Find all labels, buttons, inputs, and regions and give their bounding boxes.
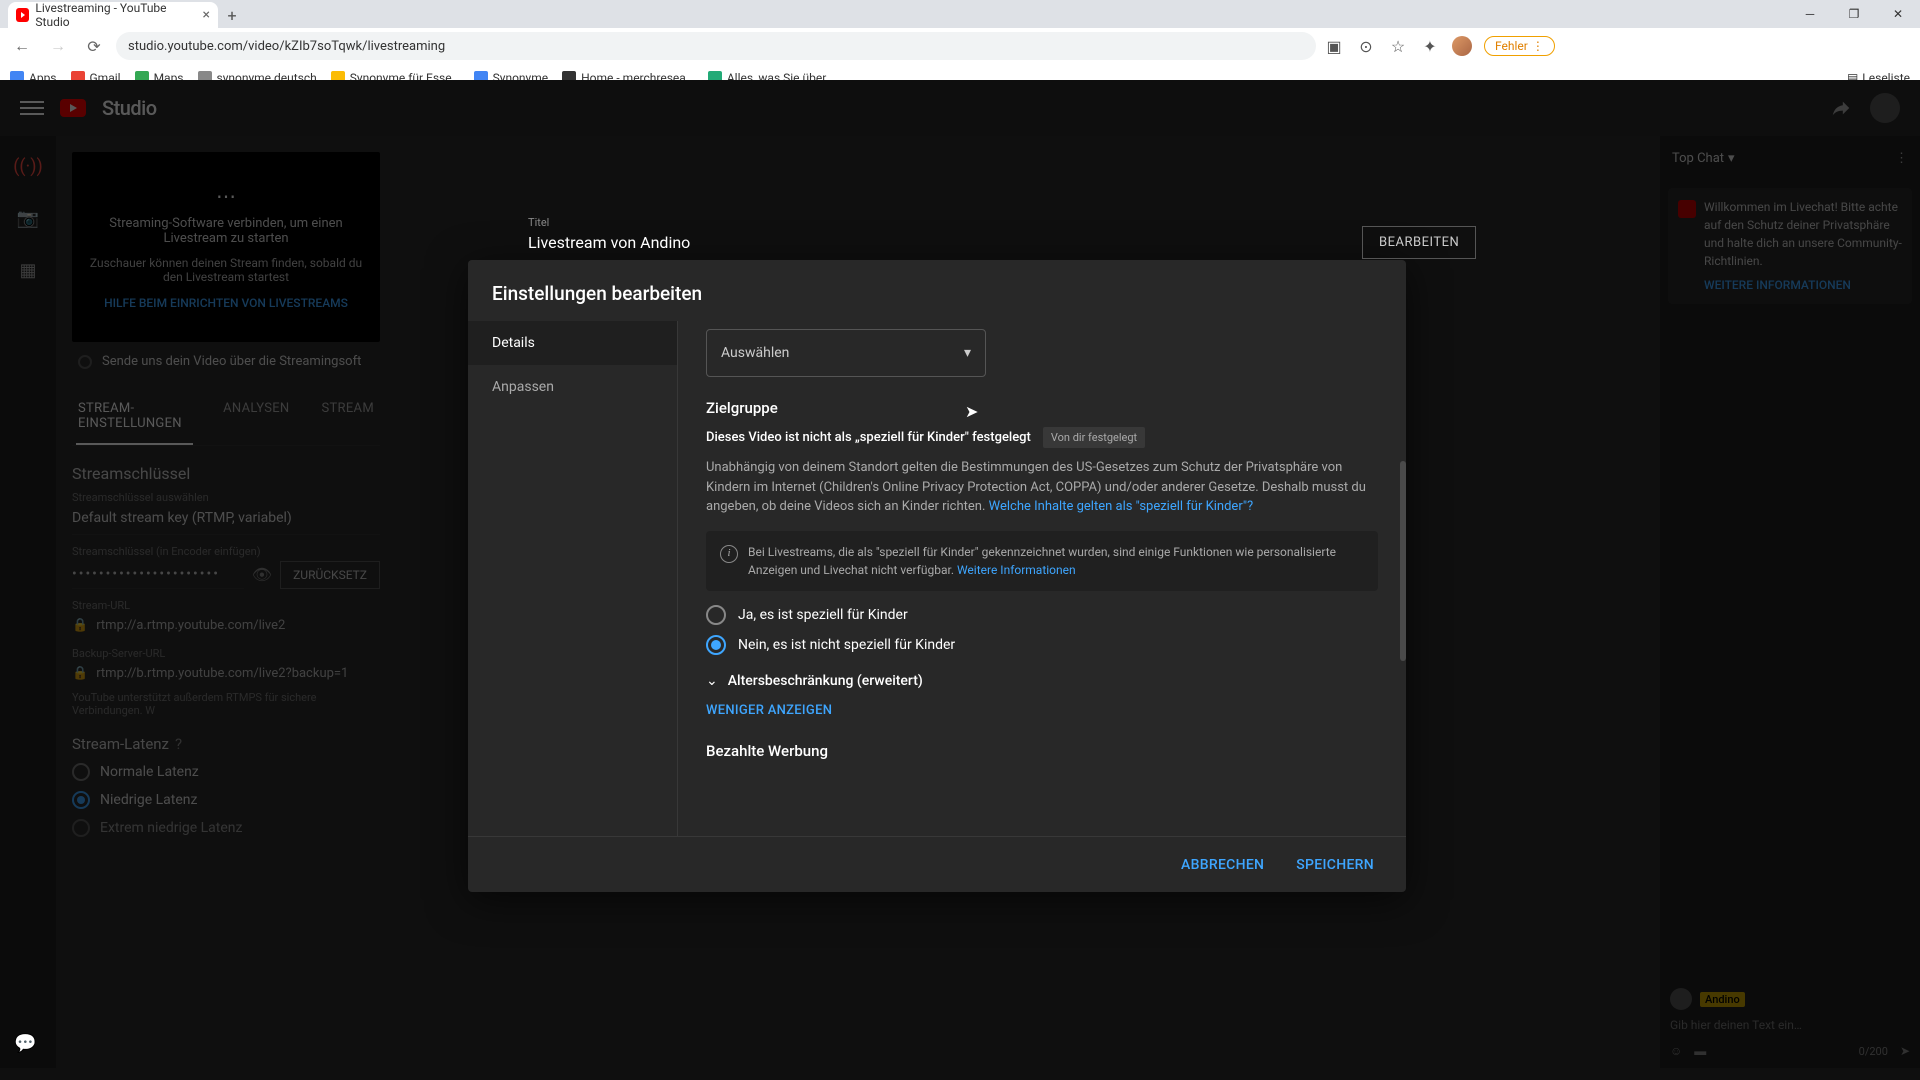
profile-avatar-icon[interactable] xyxy=(1452,36,1472,56)
help-link[interactable]: HILFE BEIM EINRICHTEN VON LIVESTREAMS xyxy=(104,296,348,310)
chat-username: Andino xyxy=(1700,992,1745,1007)
info-box: i Bei Livestreams, die als "speziell für… xyxy=(706,531,1378,591)
save-button[interactable]: SPEICHERN xyxy=(1284,849,1386,881)
backup-url-label: Backup-Server-URL xyxy=(72,647,380,660)
stream-icon[interactable]: ((·)) xyxy=(14,152,42,180)
url-text: studio.youtube.com/video/kZIb7soTqwk/liv… xyxy=(128,39,445,54)
tab-title: Livestreaming - YouTube Studio xyxy=(35,1,196,29)
stream-preview: ⋯ Streaming-Software verbinden, um einen… xyxy=(72,152,380,342)
chat-panel: Top Chat ▾ ⋮ Willkommen im Livechat! Bit… xyxy=(1660,136,1920,1068)
new-tab-button[interactable]: + xyxy=(218,2,246,28)
share-icon[interactable] xyxy=(1830,97,1852,119)
lock-icon: 🔒 xyxy=(72,618,88,633)
coppa-link[interactable]: Welche Inhalte gelten als "speziell für … xyxy=(989,499,1254,514)
stream-url-label: Stream-URL xyxy=(72,599,380,612)
channel-avatar[interactable] xyxy=(1870,93,1900,123)
show-less-link[interactable]: WENIGER ANZEIGEN xyxy=(706,703,1378,718)
tab-stream[interactable]: STREAM xyxy=(319,389,376,445)
menu-icon[interactable] xyxy=(20,96,44,120)
reload-icon[interactable]: ⟳ xyxy=(80,32,108,60)
webcam-icon[interactable]: 📷 xyxy=(14,204,42,232)
backup-url: rtmp://b.rtmp.youtube.com/live2?backup=1 xyxy=(96,666,348,681)
radio-yes-kids[interactable]: Ja, es ist speziell für Kinder xyxy=(706,605,1378,625)
latency-heading: Stream-Latenz? xyxy=(72,735,380,753)
youtube-favicon xyxy=(16,8,29,22)
audience-heading: Zielgruppe xyxy=(706,399,1378,417)
info-link[interactable]: Weitere Informationen xyxy=(957,563,1076,577)
back-icon[interactable]: ← xyxy=(8,32,36,60)
coppa-paragraph: Unabhängig von deinem Standort gelten di… xyxy=(706,458,1378,517)
stream-key-masked: •••••••••••••••••••••• xyxy=(72,560,244,589)
latency-low[interactable]: Niedrige Latenz xyxy=(72,791,380,809)
latency-ultralow[interactable]: Extrem niedrige Latenz xyxy=(72,819,380,837)
stream-url: rtmp://a.rtmp.youtube.com/live2 xyxy=(96,618,285,633)
title-label: Titel xyxy=(528,216,690,229)
modal-tab-customize[interactable]: Anpassen xyxy=(468,365,677,409)
feedback-icon[interactable]: 💬 xyxy=(14,1033,36,1054)
chat-tab[interactable]: Top Chat xyxy=(1672,151,1724,166)
left-rail: ((·)) 📷 ▦ xyxy=(0,136,56,1068)
forward-icon: → xyxy=(44,32,72,60)
maximize-icon[interactable]: ❐ xyxy=(1832,0,1876,28)
chat-learn-more[interactable]: WEITERE INFORMATIONEN xyxy=(1704,276,1902,294)
poll-icon[interactable]: ▬ xyxy=(1694,1044,1706,1058)
latency-normal[interactable]: Normale Latenz xyxy=(72,763,380,781)
emoji-icon[interactable]: ☺ xyxy=(1670,1044,1682,1058)
chevron-down-icon[interactable]: ▾ xyxy=(1728,151,1735,166)
send-video-row: Sende uns dein Video über die Streamings… xyxy=(72,342,380,381)
paid-promo-heading: Bezahlte Werbung xyxy=(706,742,1378,760)
visibility-icon[interactable]: 👁 xyxy=(252,565,272,584)
status-dot-icon xyxy=(78,355,92,369)
send-icon[interactable]: ➤ xyxy=(1900,1044,1910,1058)
category-dropdown[interactable]: Auswählen ▾ xyxy=(706,329,986,377)
key-select-label: Streamschlüssel auswählen xyxy=(72,491,380,504)
char-count: 0/200 xyxy=(1859,1045,1888,1058)
encoder-label: Streamschlüssel (in Encoder einfügen) xyxy=(72,545,380,558)
info-icon: i xyxy=(720,545,738,563)
radio-no-kids[interactable]: Nein, es ist nicht speziell für Kinder xyxy=(706,635,1378,655)
age-restriction-toggle[interactable]: ⌄ Altersbeschränkung (erweitert) xyxy=(706,673,1378,689)
title-value: Livestream von Andino xyxy=(528,233,690,252)
tab-analytics[interactable]: ANALYSEN xyxy=(221,389,291,445)
audience-status: Dieses Video ist nicht als „speziell für… xyxy=(706,430,1031,445)
chevron-down-icon: ⌄ xyxy=(706,673,718,689)
set-by-chip: Von dir festgelegt xyxy=(1043,427,1145,448)
preview-hint2: Zuschauer können deinen Stream finden, s… xyxy=(84,256,368,284)
help-icon[interactable]: ? xyxy=(175,735,182,753)
extension-icon[interactable]: ✦ xyxy=(1420,36,1440,56)
chevron-down-icon: ▾ xyxy=(964,345,971,361)
studio-brand: Studio xyxy=(102,96,157,120)
chat-menu-icon[interactable]: ⋮ xyxy=(1895,151,1908,166)
edit-button[interactable]: BEARBEITEN xyxy=(1362,226,1476,259)
key-select-value[interactable]: Default stream key (RTMP, variabel) xyxy=(72,506,380,535)
settings-modal: Einstellungen bearbeiten Details Anpasse… xyxy=(468,260,1406,892)
modal-title: Einstellungen bearbeiten xyxy=(468,260,1406,321)
youtube-logo-icon xyxy=(60,99,86,117)
chat-input[interactable]: Gib hier deinen Text ein… xyxy=(1670,1014,1910,1036)
studio-header: Studio xyxy=(0,80,1920,136)
close-tab-icon[interactable]: × xyxy=(203,7,210,23)
cancel-button[interactable]: ABBRECHEN xyxy=(1169,849,1276,881)
tab-stream-settings[interactable]: STREAM-EINSTELLUNGEN xyxy=(76,389,193,445)
camera-icon[interactable]: ▣ xyxy=(1324,36,1344,56)
manage-icon[interactable]: ▦ xyxy=(14,256,42,284)
reset-button[interactable]: ZURÜCKSETZ xyxy=(280,561,380,589)
error-chip[interactable]: Fehler⋮ xyxy=(1484,36,1555,56)
modal-scrollbar[interactable] xyxy=(1400,461,1406,661)
modal-tab-details[interactable]: Details xyxy=(468,321,677,365)
streamkey-heading: Streamschlüssel xyxy=(72,464,380,483)
lock-icon: 🔒 xyxy=(72,666,88,681)
browser-tab[interactable]: Livestreaming - YouTube Studio × xyxy=(8,2,218,28)
minimize-icon[interactable]: ─ xyxy=(1788,0,1832,28)
chat-welcome-box: Willkommen im Livechat! Bitte achte auf … xyxy=(1668,188,1912,304)
star-icon[interactable]: ☆ xyxy=(1388,36,1408,56)
preview-hint: Streaming-Software verbinden, um einen L… xyxy=(84,216,368,246)
rtmps-note: YouTube unterstützt außerdem RTMPS für s… xyxy=(72,691,380,717)
user-avatar-icon xyxy=(1670,988,1692,1010)
address-bar[interactable]: studio.youtube.com/video/kZIb7soTqwk/liv… xyxy=(116,32,1316,60)
youtube-badge-icon xyxy=(1678,200,1696,218)
close-window-icon[interactable]: ✕ xyxy=(1876,0,1920,28)
key-icon[interactable]: ⊙ xyxy=(1356,36,1376,56)
